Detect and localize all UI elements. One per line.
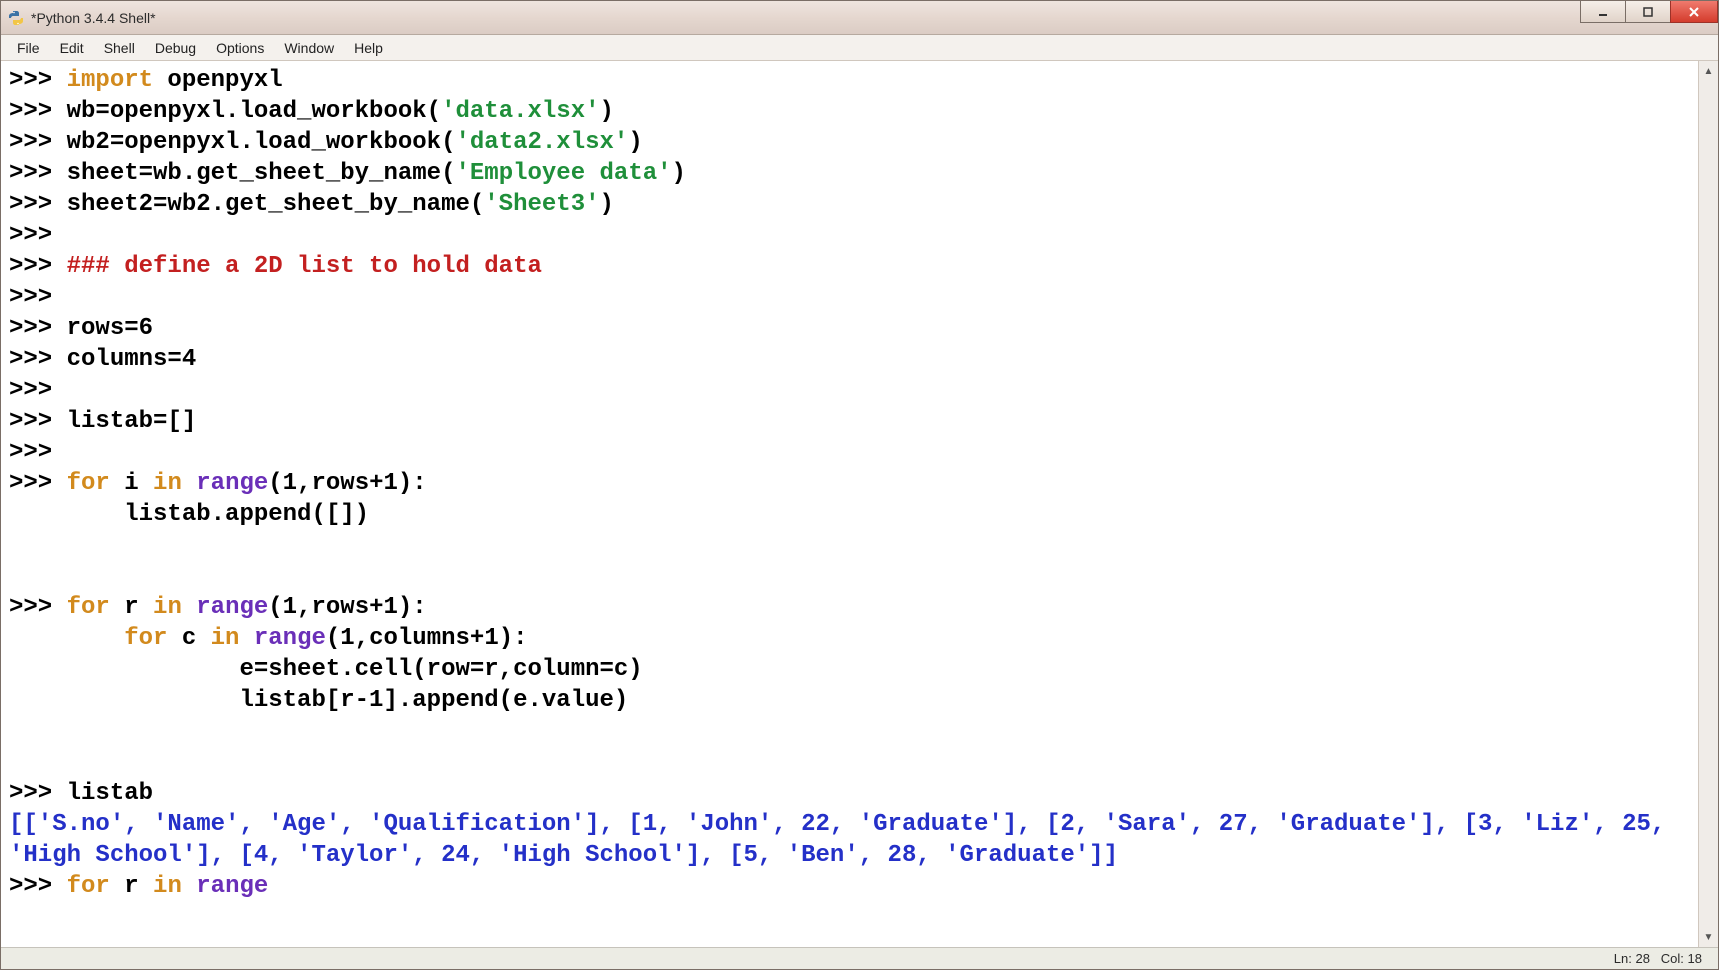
menu-edit[interactable]: Edit <box>50 37 94 59</box>
menu-options[interactable]: Options <box>206 37 274 59</box>
status-line: Ln: 28 Col: 18 <box>1614 951 1702 966</box>
menu-shell[interactable]: Shell <box>94 37 145 59</box>
scroll-down-arrow[interactable]: ▼ <box>1699 927 1718 947</box>
menu-debug[interactable]: Debug <box>145 37 206 59</box>
python-icon <box>7 9 25 27</box>
shell-editor[interactable]: >>> import openpyxl>>> wb=openpyxl.load_… <box>1 61 1698 947</box>
window-title: *Python 3.4.4 Shell* <box>31 10 156 26</box>
menu-help[interactable]: Help <box>344 37 393 59</box>
scroll-track[interactable] <box>1699 81 1718 927</box>
titlebar[interactable]: *Python 3.4.4 Shell* <box>1 1 1718 35</box>
minimize-button[interactable] <box>1580 1 1626 23</box>
menubar: FileEditShellDebugOptionsWindowHelp <box>1 35 1718 61</box>
menu-file[interactable]: File <box>7 37 50 59</box>
scroll-up-arrow[interactable]: ▲ <box>1699 61 1718 81</box>
window-controls <box>1581 1 1718 25</box>
statusbar: Ln: 28 Col: 18 <box>1 947 1718 969</box>
maximize-button[interactable] <box>1625 1 1671 23</box>
close-button[interactable] <box>1670 1 1718 23</box>
menu-window[interactable]: Window <box>274 37 344 59</box>
idle-window: *Python 3.4.4 Shell* FileEditShellDebugO… <box>0 0 1719 970</box>
vertical-scrollbar[interactable]: ▲ ▼ <box>1698 61 1718 947</box>
content-area: >>> import openpyxl>>> wb=openpyxl.load_… <box>1 61 1718 947</box>
